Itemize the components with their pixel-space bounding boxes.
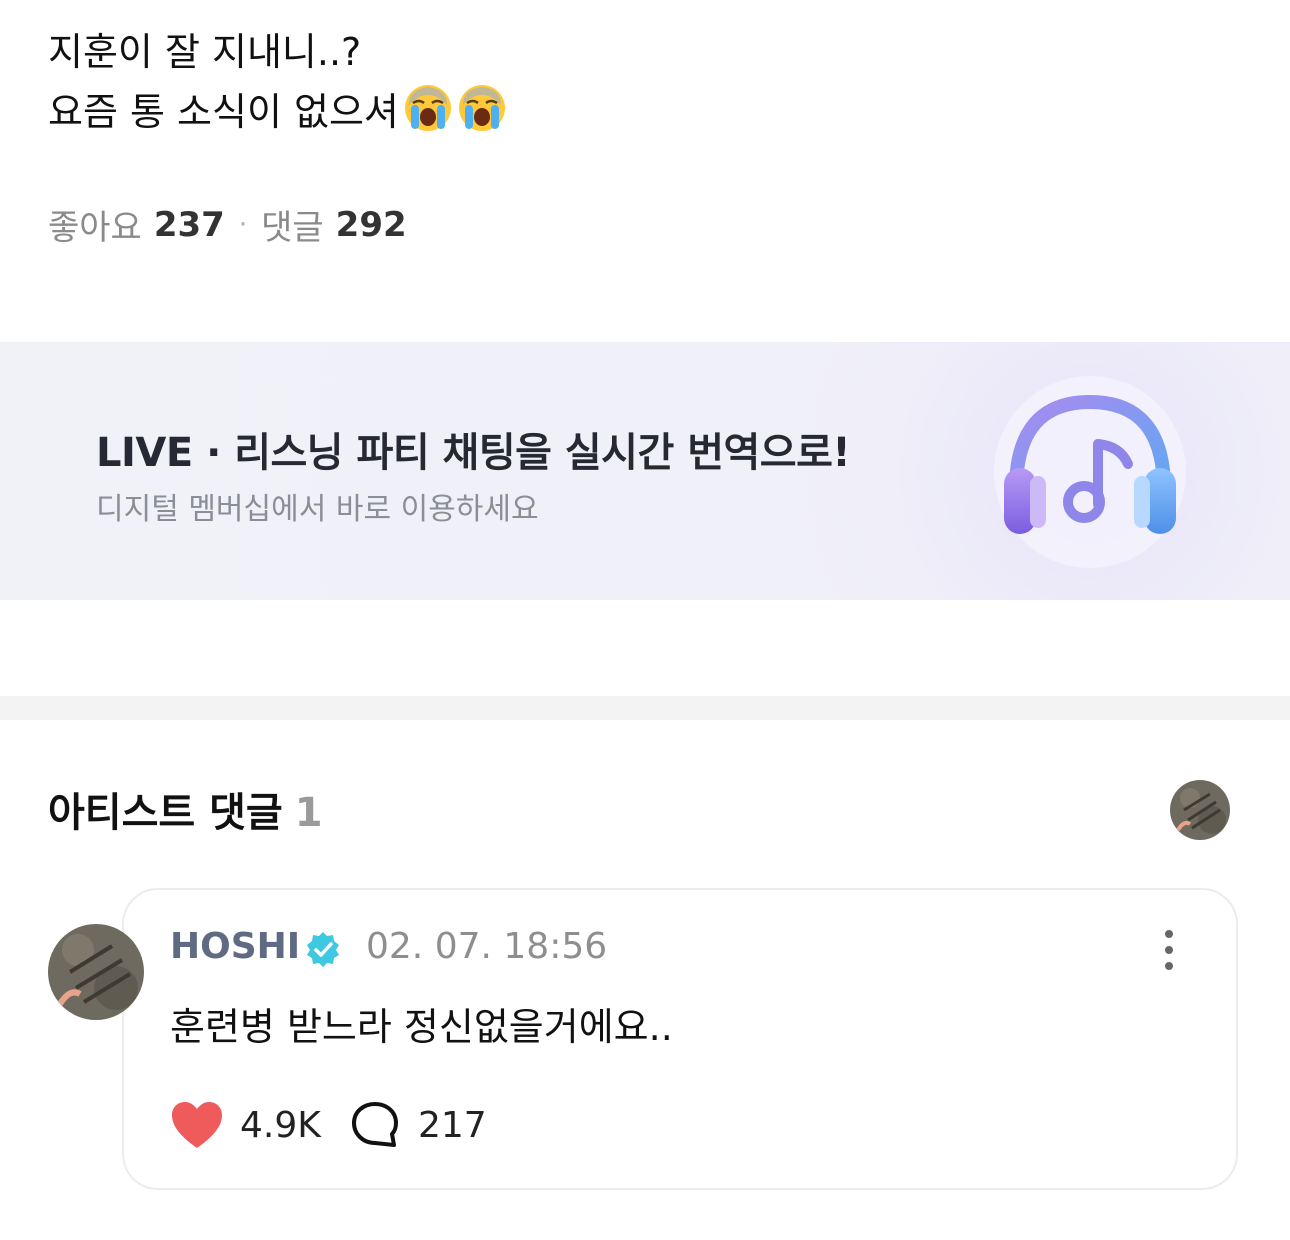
crying-face-icon [457,83,507,150]
crying-face-icon [403,83,453,150]
heart-icon [172,1102,222,1148]
likes-count[interactable]: 237 [154,205,225,245]
post-stats: 좋아요 237 · 댓글 292 [48,200,407,249]
headphones-music-icon [990,372,1190,576]
avatar[interactable] [48,924,144,1020]
banner-subtitle: 디지털 멤버십에서 바로 이용하세요 [96,492,539,527]
post-text-line-1: 지훈이 잘 지내니..? [48,30,362,74]
post-text-line-2: 요즘 통 소식이 없으셔 [48,82,507,150]
artist-comments-count: 1 [294,790,323,836]
section-divider [0,696,1290,720]
post-body: 지훈이 잘 지내니..? 요즘 통 소식이 없으셔 [48,22,507,150]
comments-count[interactable]: 292 [336,205,407,245]
likes-label: 좋아요 [48,208,142,248]
post-text-line-2-text: 요즘 통 소식이 없으셔 [48,90,399,134]
reply-count: 217 [418,1104,487,1146]
like-button[interactable]: 4.9K [170,1100,321,1150]
promo-banner[interactable]: LIVE · 리스닝 파티 채팅을 실시간 번역으로! 디지털 멤버십에서 바로… [0,342,1290,600]
comment-timestamp: 02. 07. 18:56 [366,926,608,967]
comments-label: 댓글 [261,208,324,248]
reply-button[interactable]: 217 [350,1100,487,1150]
artist-comments-heading: 아티스트 댓글 1 [48,780,323,838]
avatar[interactable] [1170,780,1230,840]
like-count: 4.9K [240,1104,321,1146]
comment-text: 훈련병 받느라 정신없을거에요.. [170,1005,673,1049]
artist-comments-title: 아티스트 댓글 [48,790,283,836]
comment-author[interactable]: HOSHI [170,926,300,967]
more-options-icon[interactable] [1158,928,1180,972]
speech-bubble-icon [352,1102,398,1147]
stats-separator: · [238,209,248,240]
banner-title: LIVE · 리스닝 파티 채팅을 실시간 번역으로! [96,430,851,476]
verified-badge-icon [304,930,342,972]
